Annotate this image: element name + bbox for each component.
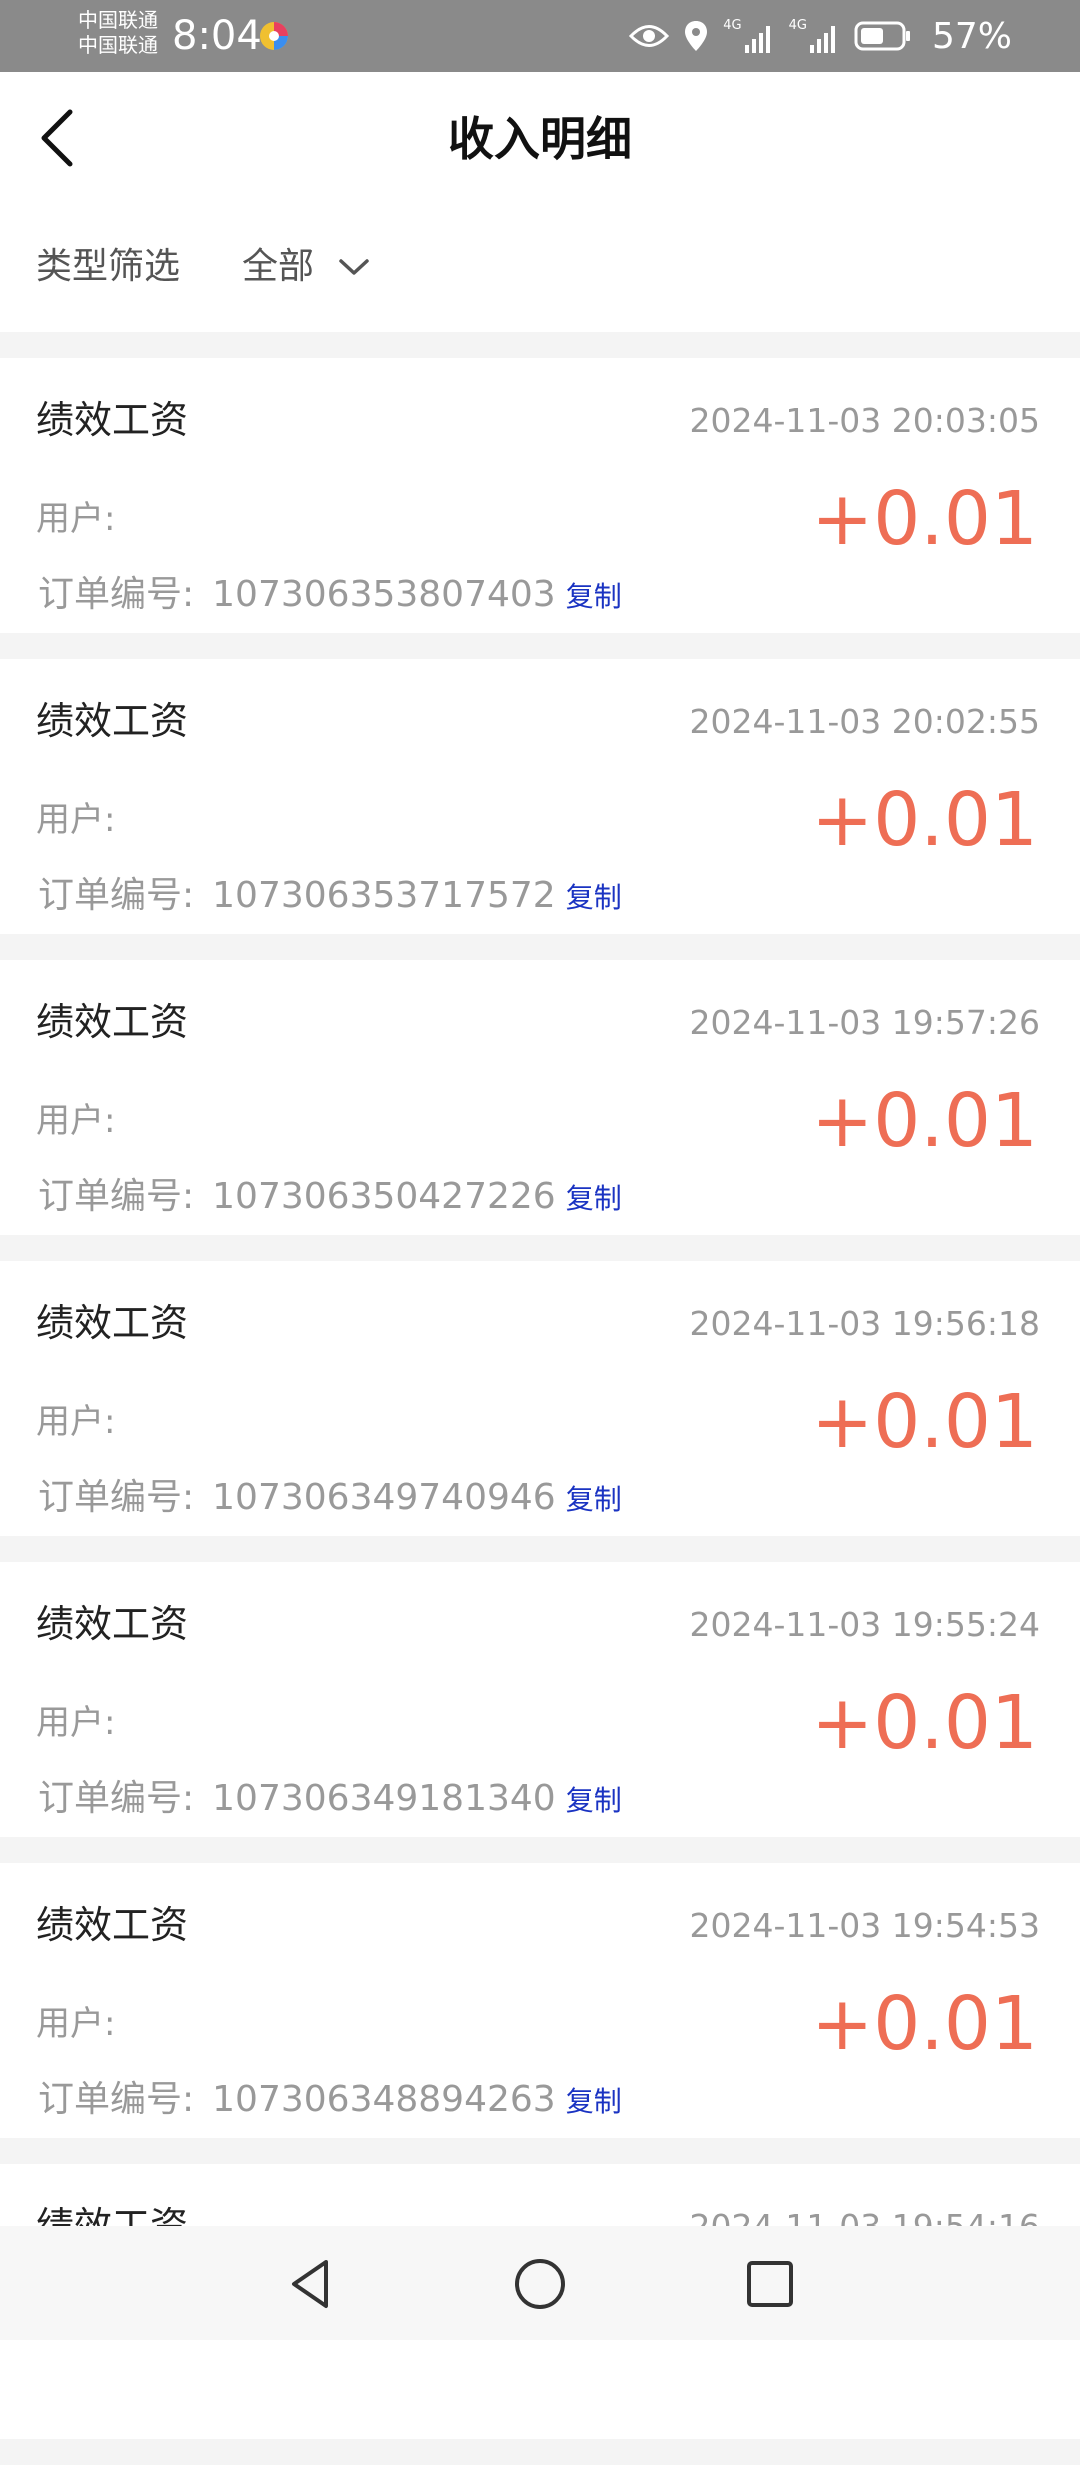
record-amount: +0.01: [811, 1078, 1038, 1164]
copy-order-button[interactable]: 复制: [566, 873, 622, 923]
order-label: 订单编号:: [38, 1477, 195, 1518]
record-title: 绩效工资: [36, 1000, 189, 1044]
nav-recents-button[interactable]: [740, 2254, 800, 2314]
record-time: 2024-11-03 19:57:26: [689, 1003, 1040, 1042]
system-navigation-bar: [0, 2226, 1080, 2340]
record-time: 2024-11-03 19:55:24: [689, 1605, 1040, 1644]
order-number: 107306349740946: [212, 1477, 556, 1518]
signal-group-2: 4G: [789, 19, 840, 53]
income-record-card: 绩效工资 2024-11-03 20:03:05 用户: +0.01 订单编号:…: [0, 358, 1080, 633]
battery-percent: 57%: [931, 15, 1012, 57]
record-order: 订单编号: 107306349181340 复制: [38, 1774, 622, 1826]
signal-icon: [744, 26, 770, 53]
battery-icon: [854, 21, 910, 51]
record-amount: +0.01: [811, 1680, 1038, 1766]
record-amount: +0.01: [811, 476, 1038, 562]
page-title: 收入明细: [448, 112, 632, 166]
order-label: 订单编号:: [38, 875, 195, 916]
carrier-names: 中国联通 中国联通: [78, 8, 158, 58]
copy-order-button[interactable]: 复制: [566, 572, 622, 622]
record-user-label: 用户:: [36, 1101, 116, 1141]
copy-order-button[interactable]: 复制: [566, 1475, 622, 1525]
record-order: 订单编号: 107306350427226 复制: [38, 1172, 622, 1224]
record-time: 2024-11-03 19:56:18: [689, 1304, 1040, 1343]
order-label: 订单编号:: [38, 2079, 195, 2120]
income-record-card: 绩效工资 2024-11-03 20:02:55 用户: +0.01 订单编号:…: [0, 659, 1080, 934]
filter-label: 类型筛选: [36, 246, 181, 287]
order-number: 107306348894263: [212, 2079, 556, 2120]
nav-back-button[interactable]: [280, 2254, 340, 2314]
record-title: 绩效工资: [36, 1301, 189, 1345]
record-amount: +0.01: [811, 1379, 1038, 1465]
copy-order-button[interactable]: 复制: [566, 2077, 622, 2127]
record-title: 绩效工资: [36, 398, 189, 442]
record-amount: +0.01: [811, 1981, 1038, 2067]
record-order: 订单编号: 107306348894263 复制: [38, 2075, 622, 2127]
nav-back-triangle-icon: [292, 2260, 328, 2308]
app-header: 收入明细: [0, 72, 1080, 202]
type-filter-bar: 类型筛选 全部: [0, 202, 1080, 332]
record-user-label: 用户:: [36, 2004, 116, 2044]
status-icons: 4G 4G 57%: [629, 12, 1012, 60]
record-title: 绩效工资: [36, 699, 189, 743]
network-type-2: 4G: [788, 18, 807, 33]
nav-home-button[interactable]: [510, 2254, 570, 2314]
type-filter-dropdown[interactable]: 全部: [242, 242, 370, 292]
order-number: 107306350427226: [212, 1176, 556, 1217]
income-record-card: 绩效工资 2024-11-03 19:54:53 用户: +0.01 订单编号:…: [0, 1863, 1080, 2138]
order-number: 107306353807403: [212, 574, 556, 615]
order-label: 订单编号:: [38, 1778, 195, 1819]
order-number: 107306353717572: [212, 875, 556, 916]
record-user-label: 用户:: [36, 1703, 116, 1743]
record-order: 订单编号: 107306349740946 复制: [38, 1473, 622, 1525]
income-record-card: 绩效工资 2024-11-03 19:56:18 用户: +0.01 订单编号:…: [0, 1261, 1080, 1536]
record-amount: +0.01: [811, 777, 1038, 863]
order-label: 订单编号:: [38, 1176, 195, 1217]
network-type-1: 4G: [723, 18, 742, 33]
order-number: 107306349181340: [212, 1778, 556, 1819]
chevron-down-icon: [339, 259, 369, 275]
copy-order-button[interactable]: 复制: [566, 1776, 622, 1826]
status-time: 8:04: [172, 13, 262, 59]
order-label: 订单编号:: [38, 574, 195, 615]
record-title: 绩效工资: [36, 1903, 189, 1947]
nav-recents-square-icon: [747, 2261, 793, 2307]
record-order: 订单编号: 107306353717572 复制: [38, 871, 622, 923]
record-order: 订单编号: 107306353807403 复制: [38, 570, 622, 622]
signal-icon: [809, 26, 835, 53]
record-title: 绩效工资: [36, 1602, 189, 1646]
record-user-label: 用户:: [36, 800, 116, 840]
signal-group-1: 4G: [723, 19, 774, 53]
app-icon: [260, 22, 288, 50]
income-record-card: 绩效工资 2024-11-03 19:57:26 用户: +0.01 订单编号:…: [0, 960, 1080, 1235]
status-bar: 中国联通 中国联通 8:04 4G 4G 57%: [0, 0, 1080, 72]
income-record-card: 绩效工资 2024-11-03 19:55:24 用户: +0.01 订单编号:…: [0, 1562, 1080, 1837]
filter-value: 全部: [242, 246, 315, 287]
copy-order-button[interactable]: 复制: [566, 1174, 622, 1224]
location-icon: [685, 21, 708, 51]
nav-home-circle-icon: [515, 2259, 565, 2309]
carrier-1: 中国联通: [78, 8, 158, 32]
record-time: 2024-11-03 20:03:05: [689, 401, 1040, 440]
income-record-list: 绩效工资 2024-11-03 20:03:05 用户: +0.01 订单编号:…: [0, 358, 1080, 2465]
record-time: 2024-11-03 19:54:53: [689, 1906, 1040, 1945]
carrier-2: 中国联通: [78, 33, 158, 57]
record-user-label: 用户:: [36, 499, 116, 539]
eye-icon: [629, 25, 670, 47]
record-time: 2024-11-03 20:02:55: [689, 702, 1040, 741]
record-user-label: 用户:: [36, 1402, 116, 1442]
